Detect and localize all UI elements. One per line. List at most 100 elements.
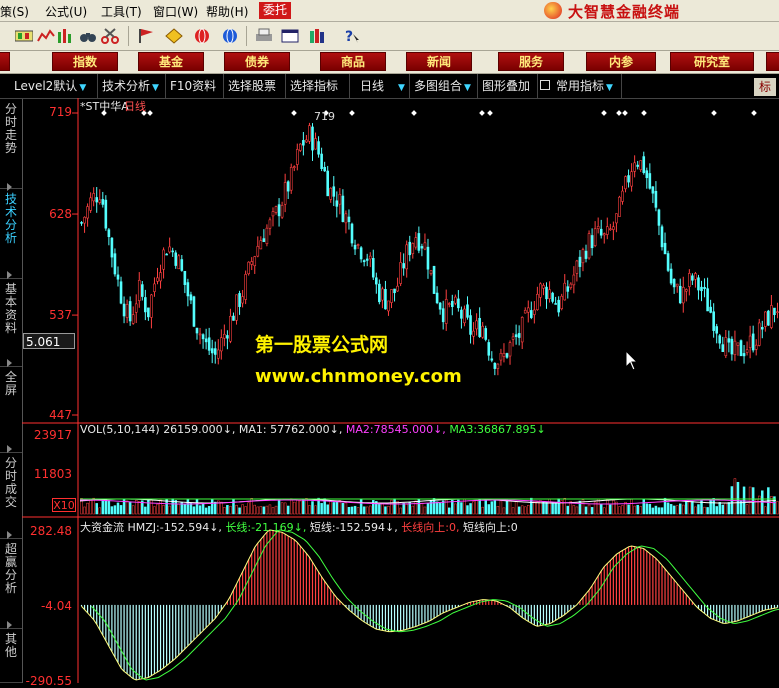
line-chart-icon[interactable] <box>36 26 56 46</box>
select-indicator-button[interactable]: 选择指标 <box>286 74 350 98</box>
multi-chart-select[interactable]: 多图组合 ▼ <box>410 74 478 98</box>
tab-fullscreen[interactable]: 全屏 <box>0 367 22 453</box>
tab-other[interactable]: 其他 <box>0 629 22 683</box>
category-commodity[interactable]: 商品 <box>320 52 386 71</box>
candle-body <box>654 190 658 208</box>
volume-bar <box>630 498 633 515</box>
tab-arrow-icon <box>7 271 12 279</box>
category-news[interactable]: 新闻 <box>406 52 472 71</box>
printer-icon[interactable] <box>254 26 274 46</box>
menu-tools[interactable]: 工具(T) <box>101 3 142 20</box>
volume-bar <box>347 506 351 515</box>
diamond-icon[interactable] <box>164 26 184 46</box>
period-select[interactable]: 日线 ▼ <box>350 74 410 98</box>
f10-button[interactable]: F10资料 <box>166 74 224 98</box>
candle-body <box>229 315 232 342</box>
category-index[interactable]: 指数 <box>52 52 118 71</box>
mark-button[interactable]: 标 <box>754 78 776 96</box>
candle-body <box>502 353 506 357</box>
candle-body <box>417 233 421 251</box>
candle-body <box>551 292 554 302</box>
chart-area[interactable] <box>22 98 779 683</box>
tab-intraday[interactable]: 分时走势 <box>0 99 22 189</box>
volume-bar <box>168 505 171 515</box>
books-icon[interactable] <box>308 26 328 46</box>
volume-bar <box>685 501 688 515</box>
menu-window[interactable]: 窗口(W) <box>153 3 198 20</box>
volume-bar <box>627 504 630 515</box>
signal-marker <box>349 110 355 116</box>
tab-trades[interactable]: 分时成交 <box>0 453 22 539</box>
flow-tick-top: 282.48 <box>30 524 72 538</box>
category-bond[interactable]: 债券 <box>224 52 290 71</box>
candle-body <box>384 289 387 310</box>
volume-bar <box>353 505 357 515</box>
volume-bar <box>709 498 712 515</box>
candle-body <box>80 222 83 224</box>
volume-bar <box>697 504 700 515</box>
candle-body <box>292 166 296 168</box>
signal-marker <box>487 110 493 116</box>
tab-super-win[interactable]: 超赢分析 <box>0 539 22 629</box>
candle-body <box>469 315 472 335</box>
technical-analysis-select[interactable]: 技术分析 ▼ <box>98 74 166 98</box>
bar-chart-icon[interactable] <box>56 26 76 46</box>
candle-body <box>578 256 582 267</box>
candle-body <box>128 301 132 322</box>
volume-bar <box>703 506 706 515</box>
candle-body <box>484 328 488 340</box>
candle-body <box>216 349 220 359</box>
globe-blue-icon[interactable] <box>220 26 240 46</box>
category-stock[interactable]: 股 <box>0 52 10 71</box>
help-icon[interactable]: ? <box>342 26 362 46</box>
category-research[interactable]: 研究室 <box>670 52 754 71</box>
volume-bar <box>426 503 430 515</box>
tab-technical[interactable]: 技术分析 <box>0 189 22 279</box>
category-service[interactable]: 服务 <box>498 52 564 71</box>
volume-bar <box>271 507 275 515</box>
candle-body <box>156 277 159 282</box>
common-indicator-select[interactable]: 常用指标 ▼ <box>552 74 622 98</box>
signal-marker <box>291 110 297 116</box>
candle-body <box>314 138 317 150</box>
candle-body <box>429 270 433 274</box>
menu-help[interactable]: 帮助(H) <box>206 3 248 20</box>
volume-bar <box>451 500 454 515</box>
menu-formula[interactable]: 公式(U) <box>45 3 87 20</box>
volume-bar <box>387 505 390 515</box>
category-insider[interactable]: 内参 <box>586 52 656 71</box>
scissors-icon[interactable] <box>100 26 120 46</box>
candle-body <box>198 333 202 336</box>
volume-bar <box>639 506 642 515</box>
tab-arrow-icon <box>7 621 12 629</box>
chart-grid-icon[interactable] <box>14 26 34 46</box>
candle-body <box>356 244 360 246</box>
tab-fundamental[interactable]: 基本资料 <box>0 279 22 367</box>
signal-marker <box>751 110 757 116</box>
candle-body <box>523 309 527 314</box>
category-fund[interactable]: 基金 <box>138 52 204 71</box>
volume-bar <box>399 507 402 515</box>
candle-body <box>584 250 588 259</box>
lock-icon[interactable] <box>540 80 550 90</box>
volume-bar <box>514 501 518 515</box>
candle-body <box>165 253 168 256</box>
flag-icon[interactable] <box>136 26 156 46</box>
window-icon[interactable] <box>280 26 300 46</box>
volume-bar <box>505 499 509 515</box>
select-stock-button[interactable]: 选择股票 <box>224 74 286 98</box>
entrust-button[interactable]: 委托 <box>259 2 291 19</box>
candle-body <box>250 261 254 265</box>
candle-body <box>238 293 241 307</box>
candle-body <box>299 143 302 151</box>
globe-red-icon[interactable] <box>192 26 212 46</box>
layout-select[interactable]: Level2默认 ▼ <box>10 74 98 98</box>
menu-strategy[interactable]: 策(S) <box>0 3 29 20</box>
candle-body <box>733 340 737 355</box>
volume-bar <box>654 505 658 515</box>
category-more[interactable] <box>766 52 779 71</box>
volume-bar <box>293 501 296 515</box>
overlay-button[interactable]: 图形叠加 <box>478 74 538 98</box>
binoculars-icon[interactable] <box>78 26 98 46</box>
flow-tick-zero: -4.04 <box>40 599 72 613</box>
